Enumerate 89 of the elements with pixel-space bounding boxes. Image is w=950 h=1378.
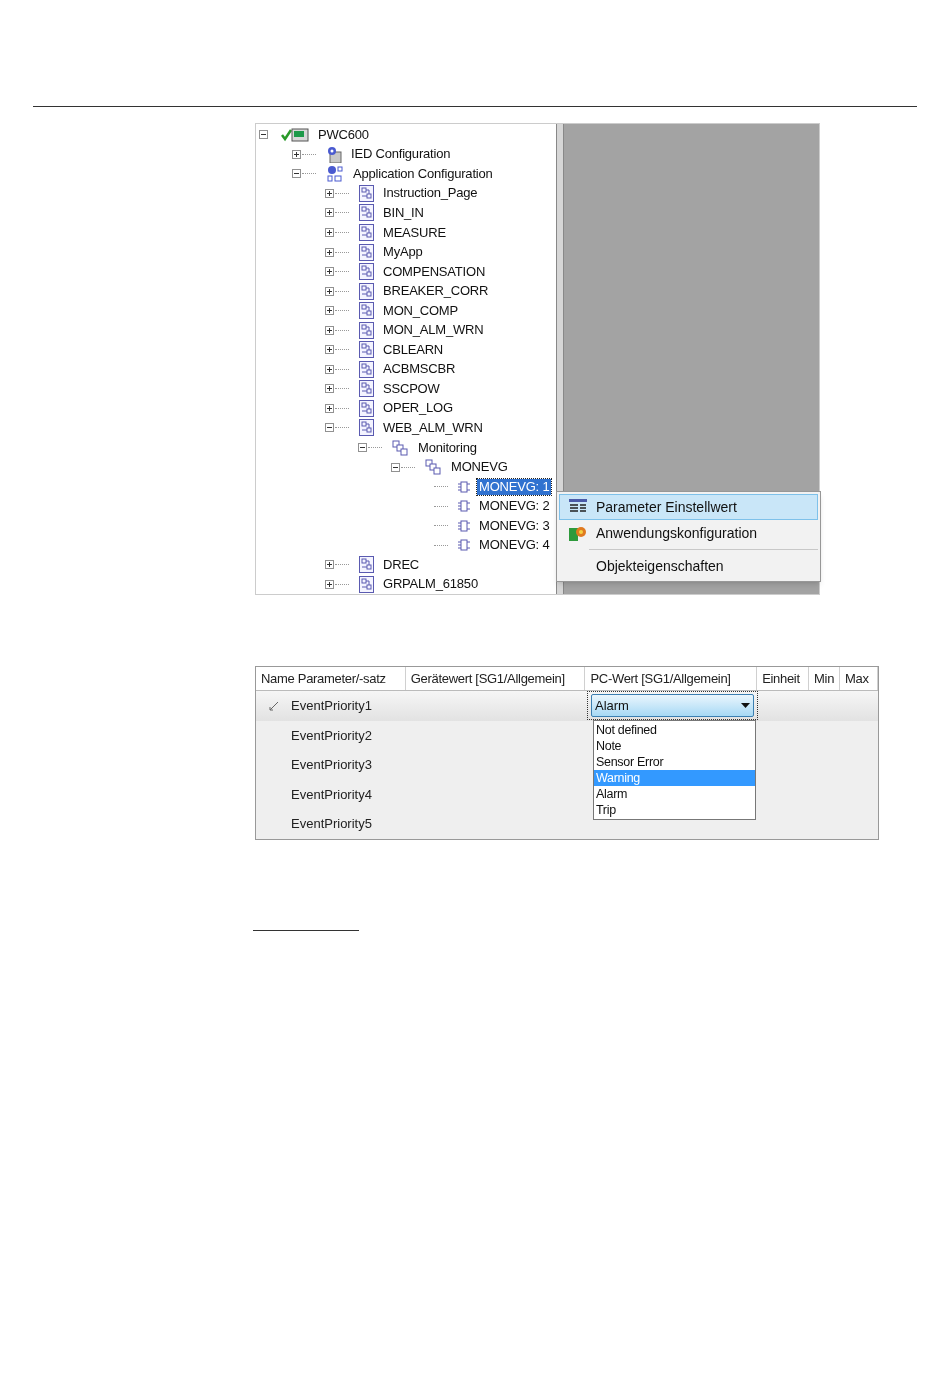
tree-item[interactable]: GRPALM_61850 [381, 576, 480, 593]
tree-item[interactable]: Instruction_Page [381, 185, 480, 202]
tree-item[interactable]: Monitoring [416, 439, 479, 456]
diagram-page-icon [359, 419, 374, 437]
tree-item[interactable]: MyApp [381, 244, 425, 261]
diagram-page-icon [359, 282, 374, 300]
expand-toggle[interactable] [325, 247, 334, 257]
dropdown-arrow-icon [741, 703, 750, 709]
expand-toggle[interactable] [325, 560, 334, 570]
function-block-icon [458, 500, 470, 513]
expand-toggle[interactable] [325, 579, 334, 589]
column-header[interactable]: Min [809, 667, 841, 690]
tree-item[interactable]: MONEVG: 3 [477, 517, 552, 534]
dropdown-option[interactable]: Alarm [594, 786, 755, 802]
expand-toggle[interactable] [325, 228, 334, 237]
gear-device-icon [326, 145, 342, 163]
column-header[interactable]: PC-Wert [SG1/Allgemein] [585, 667, 758, 690]
dropdown-option[interactable]: Sensor Error [594, 754, 755, 770]
function-block-icon [458, 519, 470, 532]
dropdown-option[interactable]: Not defined [594, 722, 755, 738]
diagram-page-icon [359, 341, 374, 359]
tree-item[interactable]: SSCPOW [381, 380, 442, 397]
tree-item[interactable]: DREC [381, 556, 422, 573]
tree-item[interactable]: BREAKER_CORR [381, 283, 491, 300]
tree-item[interactable]: ACBMSCBR [381, 361, 458, 378]
expand-toggle[interactable] [325, 306, 334, 316]
collapse-toggle[interactable] [292, 169, 301, 179]
collapse-toggle[interactable] [325, 423, 334, 433]
linked-blocks-icon [392, 439, 409, 456]
linked-blocks-icon [425, 459, 442, 476]
tree-item[interactable]: MONEVG [449, 459, 510, 476]
tree-item[interactable]: MON_ALM_WRN [381, 322, 486, 339]
tree-item[interactable]: Application Configuration [351, 165, 495, 182]
tree-item[interactable]: PWC600 [316, 126, 371, 143]
expand-toggle[interactable] [325, 188, 334, 198]
column-header[interactable]: Name Parameter/-satz [256, 667, 406, 690]
expand-toggle[interactable] [325, 208, 334, 218]
expand-toggle[interactable] [325, 325, 334, 335]
diagram-page-icon [359, 263, 374, 281]
diagram-page-icon [359, 224, 374, 241]
tree-item[interactable]: MONEVG: 2 [477, 498, 552, 515]
expand-toggle[interactable] [325, 403, 334, 413]
column-header[interactable]: Max [840, 667, 878, 690]
diagram-page-icon [359, 556, 374, 574]
application-icon [569, 524, 587, 542]
collapse-toggle[interactable] [391, 462, 400, 472]
tree-item[interactable]: BIN_IN [381, 204, 426, 221]
expand-toggle[interactable] [325, 345, 334, 355]
diagram-page-icon [359, 380, 374, 398]
tree-item[interactable]: MONEVG: 4 [477, 537, 552, 554]
diagram-page-icon [359, 360, 374, 378]
diagram-page-icon [359, 204, 374, 222]
menu-item[interactable]: Anwendungskonfiguration [559, 520, 818, 546]
gear-blocks-icon [326, 165, 344, 183]
table-cell-text: EventPriority3 [291, 756, 372, 774]
table-cell-text: EventPriority2 [291, 726, 372, 745]
menu-item[interactable]: Parameter Einstellwert [559, 494, 818, 520]
menu-item[interactable]: Objekteigenschaften [559, 553, 818, 579]
expand-toggle[interactable] [292, 149, 301, 159]
function-block-icon [458, 480, 470, 493]
diagram-page-icon [359, 321, 374, 339]
diagram-page-icon [359, 302, 374, 320]
tree-item[interactable]: WEB_ALM_WRN [381, 419, 485, 436]
table-cell-text: EventPriority1 [291, 697, 372, 715]
diagram-page-icon [359, 243, 374, 261]
collapse-toggle[interactable] [259, 130, 268, 140]
tree-item[interactable]: IED Configuration [349, 146, 453, 163]
diagram-page-icon [359, 184, 374, 202]
tree-item[interactable]: COMPENSATION [381, 263, 488, 280]
table-cell-text: EventPriority4 [291, 785, 372, 804]
tree-item[interactable]: MONEVG: 1 [477, 478, 552, 495]
column-header[interactable]: Einheit [757, 667, 810, 690]
expand-toggle[interactable] [325, 384, 334, 394]
expand-toggle[interactable] [325, 267, 334, 277]
table-list-icon [569, 499, 587, 515]
function-block-icon [458, 539, 470, 552]
tree-item[interactable]: MON_COMP [381, 302, 460, 319]
diagram-page-icon [359, 399, 374, 417]
table-cell-text: EventPriority5 [291, 815, 372, 833]
expand-toggle[interactable] [325, 364, 334, 374]
tree-item[interactable]: OPER_LOG [381, 400, 455, 417]
device-status-icon [281, 126, 309, 143]
expand-toggle[interactable] [325, 286, 334, 296]
table-row[interactable]: EventPriority1 Alarm [256, 691, 878, 721]
column-header[interactable]: Gerätewert [SG1/Allgemein] [405, 667, 586, 690]
tree-item[interactable]: CBLEARN [381, 341, 445, 358]
collapse-toggle[interactable] [358, 443, 367, 452]
tree-item[interactable]: MEASURE [381, 224, 448, 241]
dropdown-field[interactable]: Alarm [591, 694, 754, 718]
